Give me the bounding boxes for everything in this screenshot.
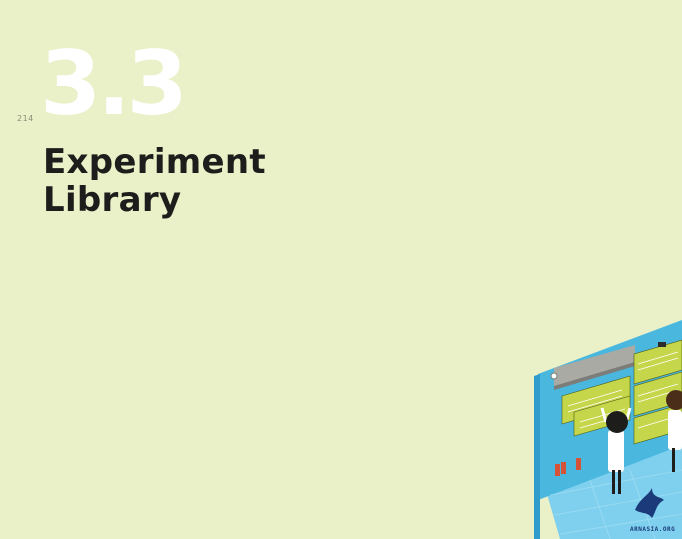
- watermark-text: ARNASIA.ORG: [630, 526, 676, 533]
- page-number: 214: [17, 114, 34, 123]
- section-number: 3.3: [40, 32, 188, 135]
- wall-left-edge: [534, 374, 540, 539]
- lab-illustration: [534, 320, 682, 539]
- section-title-line-2: Library: [43, 180, 182, 220]
- rail-knob: [550, 372, 558, 380]
- section-title-line-1: Experiment: [43, 142, 266, 182]
- section-title: Experiment Library: [43, 143, 266, 219]
